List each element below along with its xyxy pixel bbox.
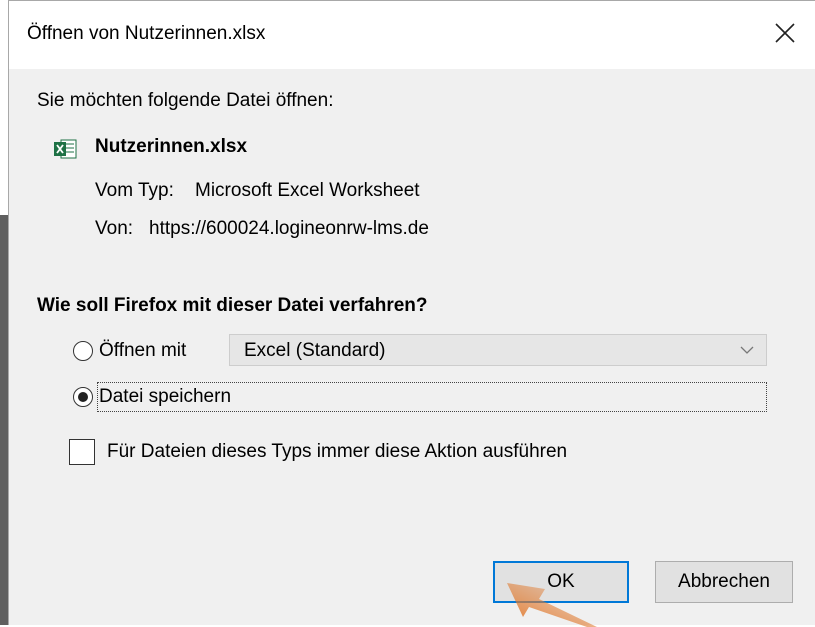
- annotation-arrow-icon: [507, 583, 597, 627]
- intro-text: Sie möchten folgende Datei öffnen:: [37, 90, 334, 111]
- background-window-dark-area: [0, 215, 8, 625]
- dialog-title: Öffnen von Nutzerinnen.xlsx: [27, 23, 266, 44]
- file-type-value: Microsoft Excel Worksheet: [195, 180, 420, 201]
- open-with-label[interactable]: Öffnen mit: [99, 340, 186, 362]
- title-bar: Öffnen von Nutzerinnen.xlsx: [9, 1, 815, 69]
- remember-action-checkbox[interactable]: [69, 439, 95, 465]
- chevron-down-icon: [740, 346, 754, 354]
- file-type-label: Vom Typ:: [95, 180, 174, 201]
- application-select[interactable]: Excel (Standard): [229, 334, 767, 366]
- application-select-value: Excel (Standard): [244, 340, 386, 361]
- save-file-label[interactable]: Datei speichern: [99, 386, 231, 408]
- excel-file-icon: [54, 139, 77, 159]
- remember-action-label[interactable]: Für Dateien dieses Typs immer diese Akti…: [107, 441, 567, 463]
- file-source-label: Von:: [95, 218, 134, 239]
- file-source-value: https://600024.logineonrw-lms.de: [149, 218, 429, 239]
- dialog-content: Sie möchten folgende Datei öffnen: Nutze…: [9, 69, 815, 627]
- cancel-button[interactable]: Abbrechen: [655, 561, 793, 603]
- open-with-radio[interactable]: [73, 341, 93, 361]
- close-button[interactable]: [755, 7, 815, 59]
- save-file-radio[interactable]: [73, 387, 93, 407]
- close-icon: [775, 23, 795, 43]
- cancel-button-label: Abbrechen: [678, 571, 770, 592]
- action-question: Wie soll Firefox mit dieser Datei verfah…: [37, 295, 428, 316]
- file-name: Nutzerinnen.xlsx: [95, 136, 248, 157]
- download-dialog: Öffnen von Nutzerinnen.xlsx Sie möchten …: [8, 0, 815, 627]
